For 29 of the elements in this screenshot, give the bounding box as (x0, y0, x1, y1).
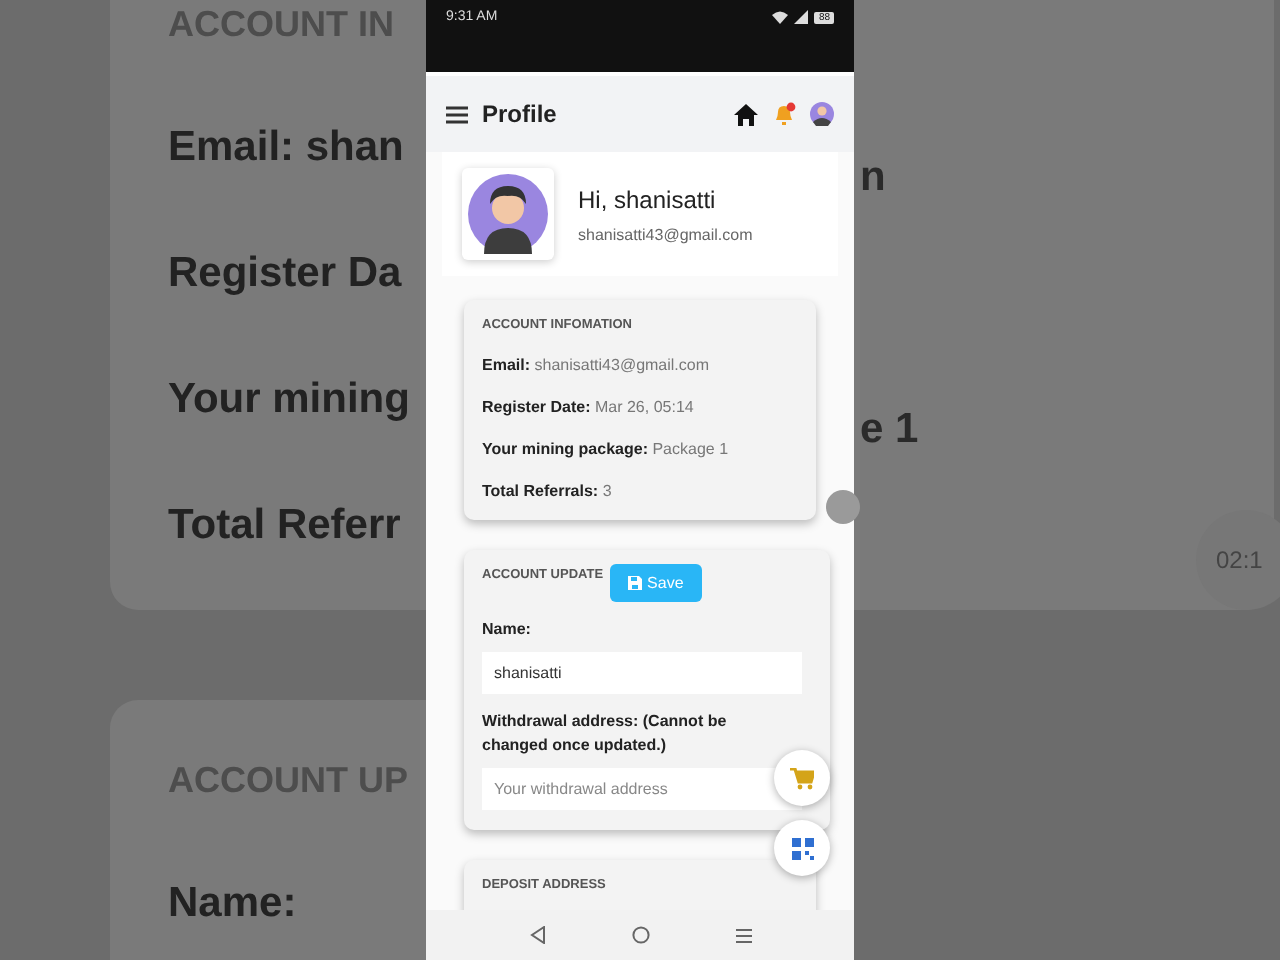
qr-code-icon (791, 837, 813, 859)
cart-icon (790, 767, 814, 789)
info-row-text: Register Date: Mar 26, 05:14 (482, 398, 696, 416)
blurred-text: e 1 (860, 406, 921, 454)
blurred-text: Email: shan (168, 124, 406, 172)
field-label: Withdrawal address: (Cannot be changed once updated.) (482, 710, 729, 758)
menu-icon[interactable] (446, 105, 468, 123)
info-row-text: Total Referrals: 3 (482, 482, 614, 500)
blurred-text: Register Da (168, 250, 404, 298)
back-icon[interactable] (529, 926, 545, 944)
user-email: shanisatti43@gmail.com (578, 225, 753, 243)
wifi-icon (772, 10, 789, 24)
home-circle-icon[interactable] (631, 926, 649, 944)
blurred-text: Your mining (168, 376, 412, 424)
bell-icon[interactable] (772, 102, 796, 126)
signal-icon (794, 10, 809, 24)
blurred-text: n (860, 154, 888, 202)
blurred-text: Name: (168, 880, 299, 928)
page-title: Profile (482, 100, 557, 128)
input-field[interactable]: Your withdrawal address (482, 768, 802, 810)
blurred-text: Total Referr (168, 502, 403, 550)
recents-icon[interactable] (735, 927, 751, 943)
greeting: Hi, shanisatti (578, 185, 718, 213)
home-icon[interactable] (734, 103, 758, 125)
info-row-text: Your mining package: Package 1 (482, 440, 731, 458)
avatar-icon[interactable] (810, 102, 834, 126)
info-row-text: Email: shanisatti43@gmail.com (482, 356, 712, 374)
field-label: Name: (482, 618, 533, 642)
input-field[interactable]: shanisatti (482, 652, 802, 694)
